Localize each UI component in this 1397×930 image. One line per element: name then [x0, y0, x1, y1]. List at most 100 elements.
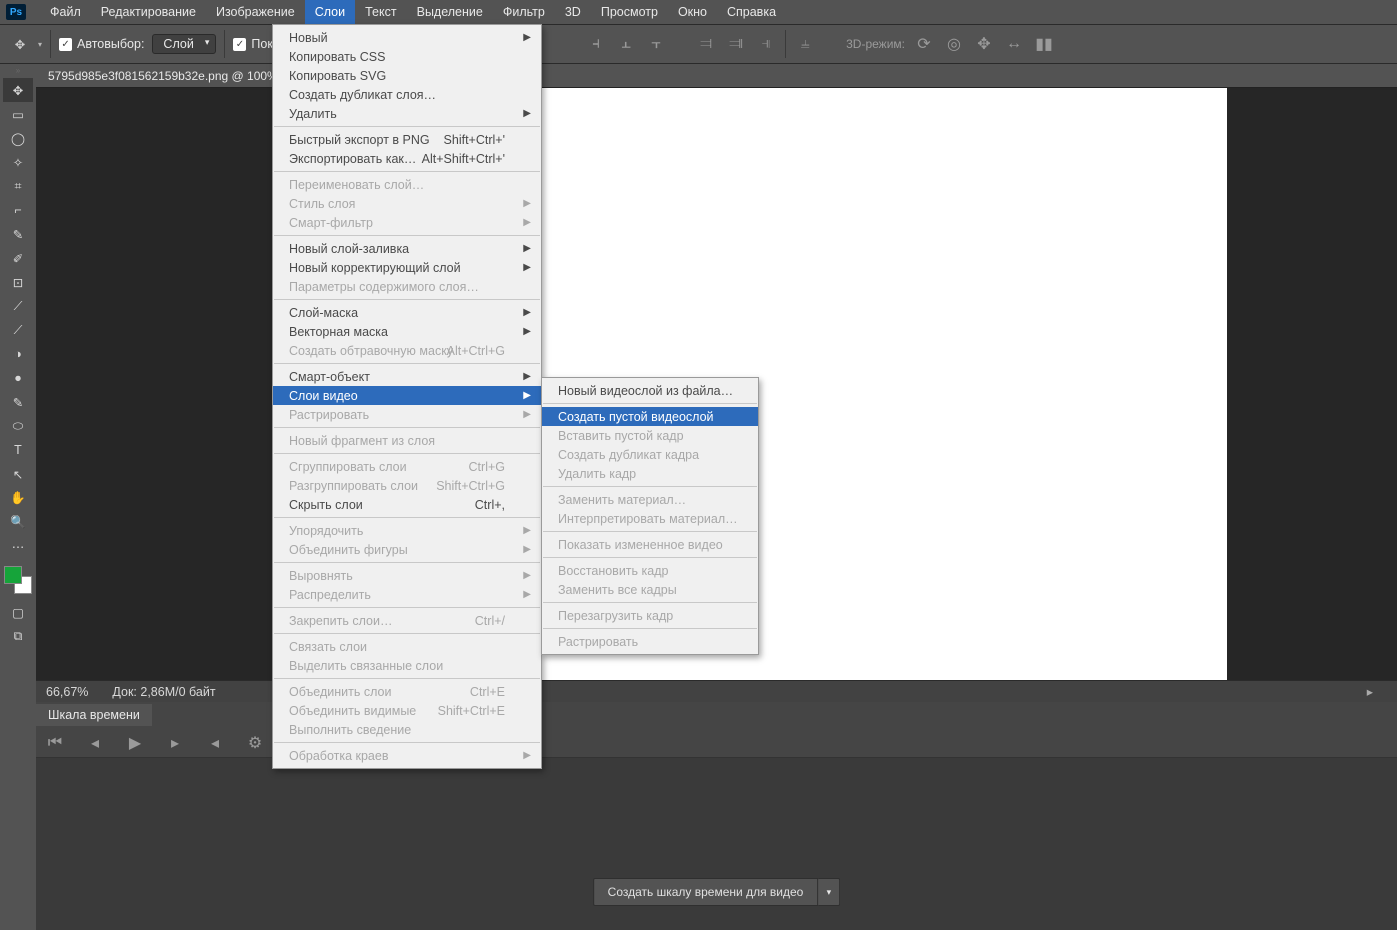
tool-8[interactable]: ⊡	[3, 270, 33, 294]
menu-справка[interactable]: Справка	[717, 0, 786, 24]
status-flyout-icon[interactable]: ▸	[1367, 684, 1373, 699]
align-bottom-icon[interactable]: ⫣	[755, 33, 777, 55]
submenu-arrow-icon: ▶	[523, 409, 531, 420]
tool-2[interactable]: ◯	[3, 126, 33, 150]
tool-18[interactable]: 🔍	[3, 510, 33, 534]
menu-файл[interactable]: Файл	[40, 0, 91, 24]
menu-окно[interactable]: Окно	[668, 0, 717, 24]
menu-item-label: Сгруппировать слои	[289, 460, 407, 474]
orbit-icon[interactable]: ⟳	[913, 33, 935, 55]
distribute-icon[interactable]: ⫨	[794, 33, 816, 55]
align-right-icon[interactable]: ⫟	[645, 33, 667, 55]
menu-item-label: Растрировать	[289, 408, 369, 422]
tool-4[interactable]: ⌗	[3, 174, 33, 198]
mute-icon[interactable]: ◂	[204, 732, 226, 754]
tool-15[interactable]: T	[3, 438, 33, 462]
menu-item[interactable]: Экспортировать как…Alt+Shift+Ctrl+'	[273, 149, 541, 168]
menu-выделение[interactable]: Выделение	[407, 0, 493, 24]
move-tool-icon[interactable]: ✥	[8, 32, 32, 56]
align-center-h-icon[interactable]: ⫠	[615, 33, 637, 55]
tool-9[interactable]: ⟋	[3, 294, 33, 318]
menu-изображение[interactable]: Изображение	[206, 0, 305, 24]
menu-item[interactable]: Копировать CSS	[273, 47, 541, 66]
menu-просмотр[interactable]: Просмотр	[591, 0, 668, 24]
tool-0[interactable]: ✥	[3, 78, 33, 102]
slide-icon[interactable]: ↔	[1003, 33, 1025, 55]
menu-separator	[274, 607, 540, 608]
menu-shortcut: Ctrl+/	[475, 614, 505, 628]
document-tab[interactable]: 5795d985e3f081562159b32e.png @ 100% (R…	[36, 64, 1397, 88]
settings-icon[interactable]: ⚙	[244, 732, 266, 754]
menu-item: Сгруппировать слоиCtrl+G	[273, 457, 541, 476]
doc-size[interactable]: Док: 2,86M/0 байт	[112, 685, 215, 699]
tool-16[interactable]: ↖	[3, 462, 33, 486]
menu-item[interactable]: Слой-маска▶	[273, 303, 541, 322]
menu-item[interactable]: Создать дубликат слоя…	[273, 85, 541, 104]
next-frame-icon[interactable]: ▸	[164, 732, 186, 754]
menu-слои[interactable]: Слои	[305, 0, 355, 24]
tool-13[interactable]: ✎	[3, 390, 33, 414]
menu-item: Заменить все кадры	[542, 580, 758, 599]
menu-item: Обработка краев▶	[273, 746, 541, 765]
timeline-body[interactable]: Создать шкалу времени для видео ▾	[36, 758, 1397, 930]
create-video-timeline-button[interactable]: Создать шкалу времени для видео	[593, 878, 819, 906]
camera-icon[interactable]: ▮▮	[1033, 33, 1055, 55]
tool-19[interactable]: ⋯	[3, 534, 33, 558]
tool-11[interactable]: ◑	[3, 342, 33, 366]
auto-select-checkbox[interactable]: ✓Автовыбор:	[59, 37, 144, 51]
menu-shortcut: Alt+Shift+Ctrl+'	[422, 152, 505, 166]
menu-item[interactable]: Новый видеослой из файла…	[542, 381, 758, 400]
screenmode-icon[interactable]: ⧉	[3, 624, 33, 648]
foreground-swatch[interactable]	[4, 566, 22, 584]
menu-item[interactable]: Слои видео▶	[273, 386, 541, 405]
menu-item[interactable]: Копировать SVG	[273, 66, 541, 85]
roll-icon[interactable]: ◎	[943, 33, 965, 55]
menu-item[interactable]: Удалить▶	[273, 104, 541, 123]
timeline-panel: Шкала времени ⏮ ◂ ▶ ▸ ◂ ⚙ ✂ ▭ Создать шк…	[36, 702, 1397, 930]
dropdown-arrow-icon[interactable]: ▾	[38, 40, 42, 49]
menu-фильтр[interactable]: Фильтр	[493, 0, 555, 24]
menu-item[interactable]: Векторная маска▶	[273, 322, 541, 341]
menu-item-label: Новый	[289, 31, 328, 45]
menu-редактирование[interactable]: Редактирование	[91, 0, 206, 24]
tool-7[interactable]: ✐	[3, 246, 33, 270]
timeline-tab[interactable]: Шкала времени	[36, 704, 152, 726]
menu-item-label: Обработка краев	[289, 749, 388, 763]
align-middle-icon[interactable]: ⫥	[725, 33, 747, 55]
menu-item-label: Объединить видимые	[289, 704, 416, 718]
tool-1[interactable]: ▭	[3, 102, 33, 126]
menu-item[interactable]: Быстрый экспорт в PNGShift+Ctrl+'	[273, 130, 541, 149]
menu-item-label: Скрыть слои	[289, 498, 363, 512]
color-swatches[interactable]	[4, 566, 32, 594]
grip-icon[interactable]: »	[16, 68, 20, 74]
tool-3[interactable]: ✧	[3, 150, 33, 174]
auto-select-mode-dropdown[interactable]: Слой	[152, 34, 216, 54]
menu-item: Закрепить слои…Ctrl+/	[273, 611, 541, 630]
tool-6[interactable]: ✎	[3, 222, 33, 246]
submenu-arrow-icon: ▶	[523, 198, 531, 209]
menu-текст[interactable]: Текст	[355, 0, 406, 24]
menu-3d[interactable]: 3D	[555, 0, 591, 24]
tool-5[interactable]: ⌐	[3, 198, 33, 222]
quickmask-icon[interactable]: ▢	[3, 600, 33, 624]
create-timeline-dropdown-icon[interactable]: ▾	[818, 878, 840, 906]
tool-14[interactable]: ⬭	[3, 414, 33, 438]
menu-item-label: Распределить	[289, 588, 371, 602]
goto-first-icon[interactable]: ⏮	[44, 732, 66, 754]
zoom-level[interactable]: 66,67%	[46, 685, 88, 699]
pan-icon[interactable]: ✥	[973, 33, 995, 55]
menu-item[interactable]: Скрыть слоиCtrl+,	[273, 495, 541, 514]
prev-frame-icon[interactable]: ◂	[84, 732, 106, 754]
menu-item-label: Разгруппировать слои	[289, 479, 418, 493]
menu-item[interactable]: Новый слой-заливка▶	[273, 239, 541, 258]
play-icon[interactable]: ▶	[124, 732, 146, 754]
menu-item[interactable]: Смарт-объект▶	[273, 367, 541, 386]
menu-item[interactable]: Новый▶	[273, 28, 541, 47]
menu-item[interactable]: Новый корректирующий слой▶	[273, 258, 541, 277]
tool-17[interactable]: ✋	[3, 486, 33, 510]
menu-item[interactable]: Создать пустой видеослой	[542, 407, 758, 426]
align-left-icon[interactable]: ⫞	[585, 33, 607, 55]
align-top-icon[interactable]: ⫤	[695, 33, 717, 55]
tool-10[interactable]: ⟋	[3, 318, 33, 342]
tool-12[interactable]: ●	[3, 366, 33, 390]
